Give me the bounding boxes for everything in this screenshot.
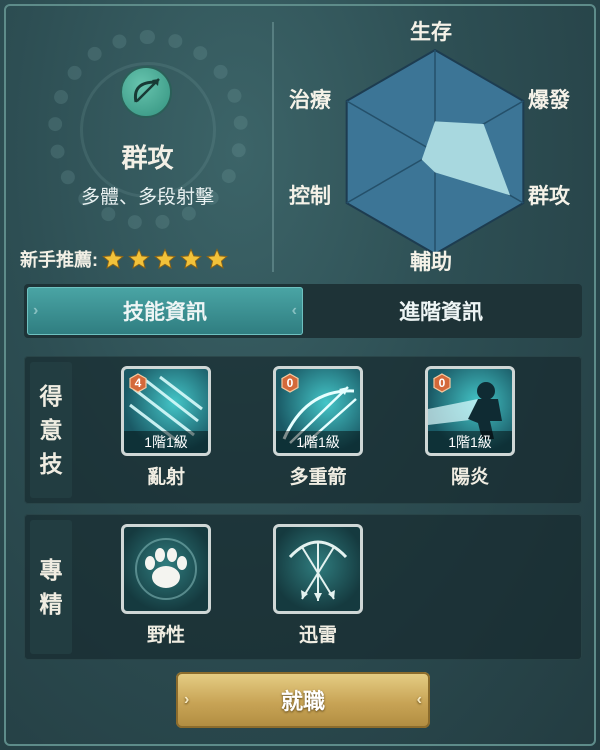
star-rating [102, 248, 232, 270]
paw-icon [121, 524, 211, 614]
section-label-char: 技 [39, 451, 63, 477]
bow-arrows-icon [273, 524, 363, 614]
class-info-panel: 群攻 多體、多段射擊 [10, 10, 265, 280]
skill-cost: 0 [286, 376, 294, 390]
tab-advanced-info[interactable]: 進階資訊 [303, 287, 579, 335]
radar-label-heal: 治療 [289, 89, 331, 112]
mastery-name: 野性 [146, 625, 185, 646]
skill-slot-3[interactable]: 0 1階1級 陽炎 [422, 366, 518, 489]
star-icon [154, 248, 176, 269]
class-description: 多體、多段射擊 [80, 187, 214, 208]
radar-chart [345, 48, 525, 256]
section-label-char: 得 [39, 383, 63, 409]
job-change-button[interactable]: › 就職 ‹ [176, 672, 430, 728]
tab-advanced-info-label: 進階資訊 [399, 301, 483, 324]
arrow-rain-icon: 4 1階1級 [121, 366, 211, 456]
tab-right-arrow-icon: ‹ [291, 302, 297, 319]
tab-skill-info[interactable]: › 技能資訊 ‹ [27, 287, 303, 335]
radar-label-control: 控制 [289, 185, 331, 208]
radar-label-burst: 爆發 [528, 89, 570, 112]
bow-icon [120, 66, 172, 118]
radar-label-support: 輔助 [410, 251, 452, 274]
tab-skill-info-label: 技能資訊 [123, 301, 207, 324]
skill-slot-2[interactable]: 0 1階1級 多重箭 [270, 366, 366, 489]
skill-cost: 0 [438, 376, 446, 390]
job-change-label: 就職 [280, 689, 325, 714]
skill-level: 1階1級 [124, 431, 208, 453]
mastery-slot-2[interactable]: 迅雷 [270, 524, 366, 647]
section-label-char: 意 [39, 417, 63, 443]
recommend-label: 新手推薦: [20, 250, 98, 270]
skill-slot-1[interactable]: 4 1階1級 亂射 [118, 366, 214, 489]
star-icon [128, 248, 150, 269]
star-icon [102, 248, 124, 269]
radar-label-survival: 生存 [410, 21, 452, 44]
mastery-name: 迅雷 [298, 625, 337, 646]
skill-name: 多重箭 [289, 467, 347, 488]
stat-radar: 生存 爆發 群攻 輔助 控制 治療 [270, 8, 600, 283]
star-icon [206, 248, 228, 269]
section-label-char: 精 [39, 591, 63, 617]
multi-arrow-icon: 0 1階1級 [273, 366, 363, 456]
class-title: 群攻 [121, 143, 174, 173]
dash-silhouette-icon: 0 1階1級 [425, 366, 515, 456]
mastery-slot-1[interactable]: 野性 [118, 524, 214, 647]
section-label-char: 專 [39, 557, 63, 583]
mastery-section: 專精 野性 迅雷 [24, 514, 582, 660]
button-right-arrow-icon: ‹ [416, 691, 422, 708]
signature-skills-section: 得意技 4 1階1級 亂射 0 1階1級 多重箭 0 1階1級 陽炎 [24, 356, 582, 504]
beginner-recommendation: 新手推薦: [20, 246, 232, 272]
skill-level: 1階1級 [428, 431, 512, 453]
signature-skills-label: 得意技 [30, 362, 72, 498]
tab-left-arrow-icon: › [33, 302, 39, 319]
mastery-label: 專精 [30, 520, 72, 654]
skill-name: 陽炎 [450, 467, 489, 488]
button-left-arrow-icon: › [184, 691, 190, 708]
skill-name: 亂射 [146, 467, 185, 488]
skill-cost: 4 [134, 376, 142, 390]
star-icon [180, 248, 202, 269]
radar-label-aoe: 群攻 [528, 185, 570, 208]
info-tabs: › 技能資訊 ‹ 進階資訊 [24, 284, 582, 338]
skill-level: 1階1級 [276, 431, 360, 453]
